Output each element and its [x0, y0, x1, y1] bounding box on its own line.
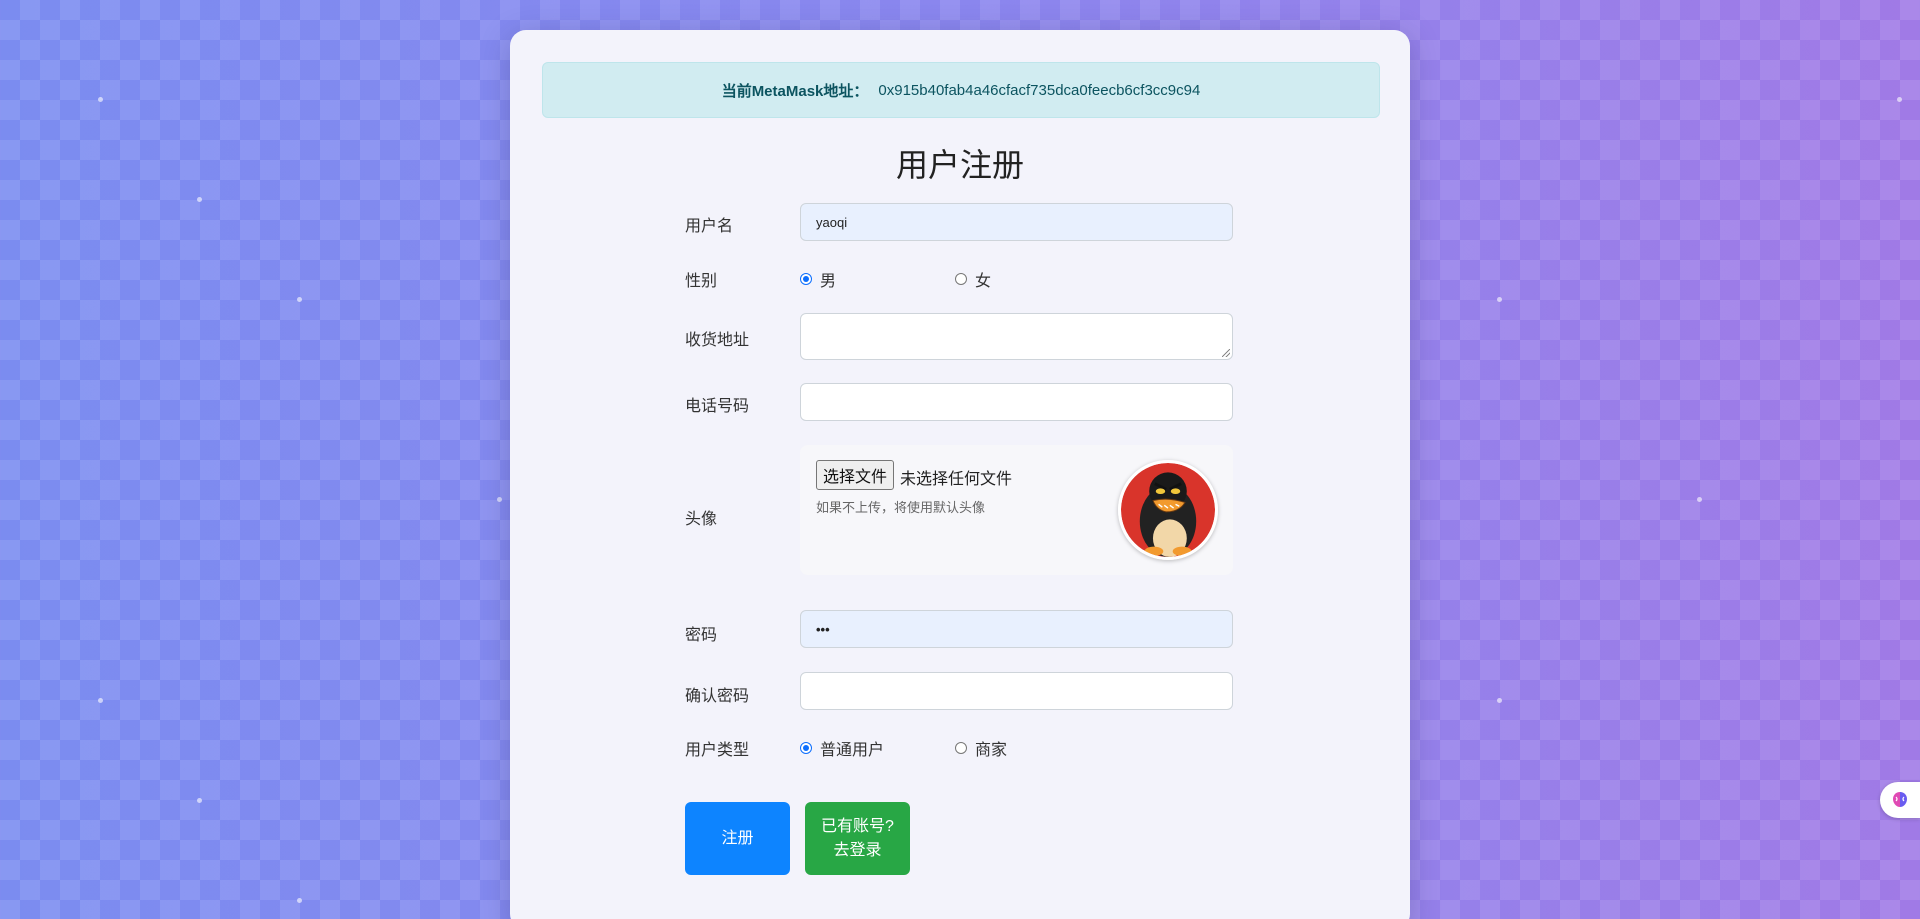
gender-label: 性别 — [685, 273, 718, 290]
choose-file-button[interactable]: 选择文件 — [816, 460, 895, 490]
password-input[interactable]: ••• — [800, 610, 1233, 648]
metamask-address-label: 当前MetaMask地址： — [721, 82, 869, 100]
metamask-address-value: 0x915b40fab4a46cfacf735dca0feecb6cf3cc9c… — [878, 81, 1201, 99]
avatar-hint: 如果不上传，将使用默认头像 — [816, 500, 986, 515]
side-assistant-widget[interactable] — [1880, 782, 1920, 818]
confirm-password-input[interactable] — [800, 672, 1233, 710]
password-value: ••• — [816, 621, 830, 637]
user-type-normal-radio[interactable]: 普通用户 — [800, 736, 884, 760]
background-dot — [197, 798, 202, 803]
avatar-label: 头像 — [685, 511, 718, 528]
avatar-upload-box: 选择文件 未选择任何文件 如果不上传，将使用默认头像 — [800, 445, 1233, 575]
background-dot — [197, 197, 202, 202]
username-label: 用户名 — [685, 218, 734, 235]
user-type-merchant-label: 商家 — [975, 742, 1008, 759]
background-dot — [1497, 698, 1502, 703]
background-dot — [297, 898, 302, 903]
password-label: 密码 — [685, 627, 718, 644]
default-avatar-image — [1118, 460, 1218, 560]
phone-input[interactable] — [800, 383, 1233, 421]
go-login-button[interactable]: 已有账号? 去登录 — [805, 802, 910, 875]
register-card: 当前MetaMask地址： 0x915b40fab4a46cfacf735dca… — [510, 30, 1410, 919]
qq-penguin-avatar-icon — [1121, 463, 1215, 557]
username-input[interactable]: yaoqi — [800, 203, 1233, 241]
address-textarea[interactable] — [800, 313, 1233, 360]
metamask-address-alert: 当前MetaMask地址： 0x915b40fab4a46cfacf735dca… — [542, 62, 1380, 118]
file-status-text: 未选择任何文件 — [900, 471, 1013, 488]
address-label: 收货地址 — [685, 332, 750, 349]
go-login-line1: 已有账号? — [821, 817, 894, 835]
background-dot — [497, 497, 502, 502]
radio-checked-icon — [800, 273, 812, 285]
gender-female-label: 女 — [975, 273, 992, 290]
gender-male-label: 男 — [820, 273, 837, 290]
radio-checked-icon — [800, 742, 812, 754]
radio-unchecked-icon — [955, 742, 967, 754]
confirm-password-label: 确认密码 — [685, 688, 750, 705]
gender-female-radio[interactable]: 女 — [955, 267, 991, 291]
background-dot — [1897, 97, 1902, 102]
username-value: yaoqi — [816, 214, 848, 230]
user-type-label: 用户类型 — [685, 742, 750, 759]
radio-unchecked-icon — [955, 273, 967, 285]
brain-icon — [1893, 792, 1907, 807]
user-type-merchant-radio[interactable]: 商家 — [955, 736, 1007, 760]
register-button-label: 注册 — [721, 829, 754, 847]
phone-label: 电话号码 — [685, 398, 750, 415]
go-login-button-label: 已有账号? 去登录 — [821, 815, 894, 863]
background-dot — [98, 97, 103, 102]
background-dot — [1697, 497, 1702, 502]
page-title: 用户注册 — [895, 147, 1024, 183]
resize-grip-icon[interactable] — [1222, 349, 1230, 357]
background-dot — [297, 297, 302, 302]
background-dot — [98, 698, 103, 703]
background-dot — [1497, 297, 1502, 302]
go-login-line2: 去登录 — [833, 841, 882, 859]
user-type-normal-label: 普通用户 — [820, 742, 885, 759]
register-button[interactable]: 注册 — [685, 802, 790, 875]
gender-male-radio[interactable]: 男 — [800, 267, 836, 291]
